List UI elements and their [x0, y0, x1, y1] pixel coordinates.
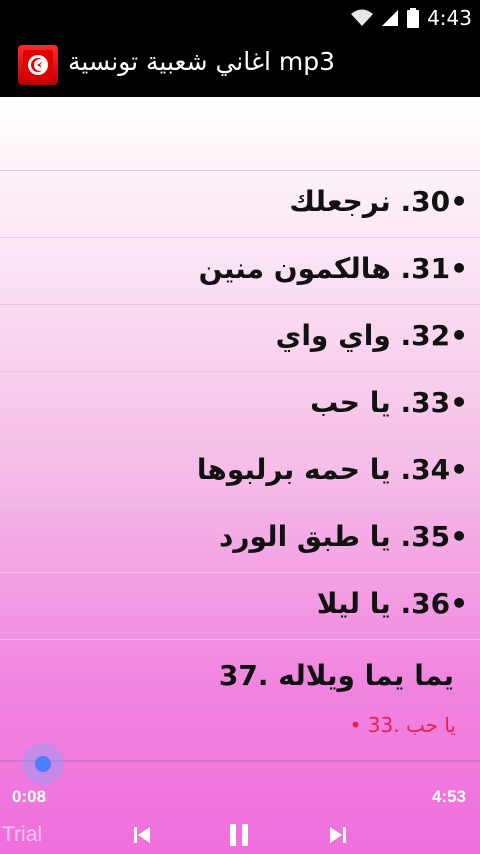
list-item[interactable]: •33. يا حب: [0, 371, 480, 438]
next-button[interactable]: [320, 817, 356, 853]
action-bar: اغاني شعبية تونسية mp3: [0, 33, 480, 97]
pause-icon: [230, 824, 248, 846]
tunisia-flag-icon[interactable]: [18, 45, 58, 85]
elapsed-time: 0:08: [12, 787, 47, 806]
song-title: •30. نرجعلك: [289, 185, 468, 218]
status-icons: 4:43: [351, 6, 472, 30]
battery-icon: [407, 8, 420, 28]
list-item[interactable]: •35. يا طبق الورد: [0, 505, 480, 572]
wifi-icon: [351, 9, 374, 26]
song-title: •34. يا حمه برلبوها: [196, 453, 468, 486]
song-list-screen: •30. نرجعلك •31. هالكمون منين •32. واي و…: [0, 97, 480, 854]
song-title: •33. يا حب: [310, 386, 468, 419]
song-title: •32. واي واي: [275, 319, 468, 352]
now-playing-subtitle: • 33. يا حب: [349, 713, 456, 737]
list-divider: [0, 639, 480, 640]
app-title: اغاني شعبية تونسية mp3: [68, 47, 335, 76]
list-item[interactable]: •30. نرجعلك: [0, 170, 480, 237]
now-playing-title: يما يما ويلاله .37: [218, 659, 454, 692]
list-item[interactable]: •34. يا حمه برلبوها: [0, 438, 480, 505]
skip-next-icon: [330, 827, 346, 843]
song-title: •35. يا طبق الورد: [219, 520, 468, 553]
seek-thumb[interactable]: [22, 743, 64, 785]
song-title: •31. هالكمون منين: [198, 252, 468, 285]
skip-previous-icon: [134, 827, 150, 843]
player-controls: [0, 815, 480, 854]
status-time: 4:43: [427, 6, 472, 30]
seek-bar[interactable]: [0, 760, 480, 762]
signal-icon: [382, 10, 399, 26]
list-item[interactable]: •32. واي واي: [0, 304, 480, 371]
list-item[interactable]: •31. هالكمون منين: [0, 237, 480, 304]
pause-button[interactable]: [221, 817, 257, 853]
total-duration: 4:53: [431, 787, 466, 806]
list-item[interactable]: •36. يا ليلا: [0, 572, 480, 639]
previous-button[interactable]: [124, 817, 160, 853]
status-bar: 4:43: [0, 0, 480, 33]
song-title: •36. يا ليلا: [316, 587, 468, 620]
